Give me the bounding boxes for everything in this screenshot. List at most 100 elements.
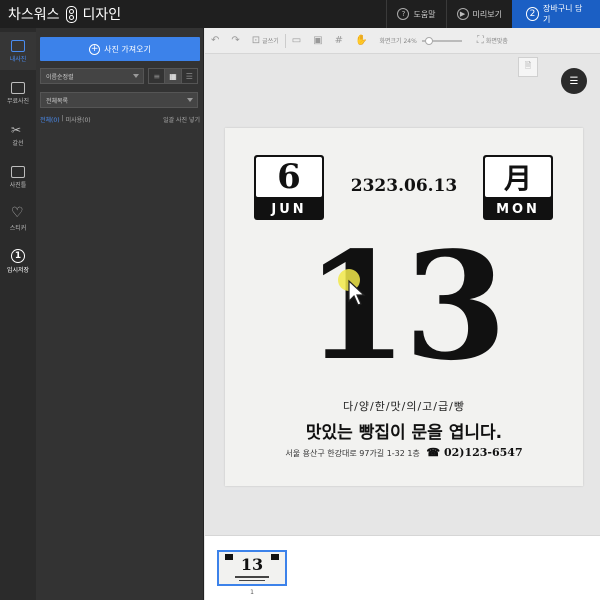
add-to-cart-button[interactable]: 2 장바구니 담기 [512, 0, 600, 28]
rail-label: 내사진 [9, 55, 27, 63]
page-number-label: 1 [250, 589, 254, 596]
help-button[interactable]: ? 도움말 [386, 0, 445, 28]
weekday-card[interactable]: 月 MON [483, 155, 553, 220]
address-line: 서울 용산구 한강대로 97가길 1-32 1층 [285, 449, 420, 458]
safe-area-button[interactable]: ▣ [307, 28, 328, 54]
page-thumbnail[interactable]: 13 [217, 550, 287, 586]
sort-select-value: 이름순정렬 [46, 73, 74, 81]
list-icon: ☰ [569, 75, 579, 87]
redo-icon: ↷ [231, 35, 240, 46]
text-tool-label: 글쓰기 [262, 38, 279, 45]
save-count-icon: 1 [11, 248, 25, 263]
import-photos-label: 사진 가져오기 [104, 44, 151, 54]
editor-toolbar: ↶ ↷ ⊡ 글쓰기 ▭ ▣ # ✋ 화면크기 24% ⛶ 화면맞춤 [205, 28, 600, 54]
frame-icon [11, 165, 25, 178]
print-area-button[interactable]: ▭ [286, 28, 307, 54]
grid-icon: # [334, 35, 344, 46]
filter-separator: | [61, 115, 64, 122]
address-text[interactable]: 서울 용산구 한강대로 97가길 1-32 1층 ☎ 02)123-6547 [225, 446, 583, 459]
rail-item-stickers[interactable]: ♡ 스티커 [0, 200, 36, 238]
app-root: 차스워스 디자인 ? 도움말 ▶ 미리보기 2 장바구니 담기 내사진 무료사진… [0, 0, 600, 600]
rail-item-frames[interactable]: 사진틀 [0, 158, 36, 196]
logo: 차스워스 디자인 [0, 0, 121, 28]
hand-tool-button[interactable]: ✋ [349, 28, 373, 54]
layer-menu-button[interactable]: ☰ [561, 68, 587, 94]
headline-text[interactable]: 맛있는 빵집이 문을 엽니다. [225, 418, 583, 443]
chevron-down-icon [187, 98, 193, 102]
list-view-icon[interactable]: ≡ [149, 69, 166, 83]
text-tool-button[interactable]: ⊡ 글쓰기 [246, 28, 285, 54]
mouse-cursor-icon [338, 269, 366, 306]
thumb-text-line [239, 580, 265, 581]
text-box-icon: ⊡ [251, 35, 261, 46]
weekday-hanja: 月 [485, 157, 551, 197]
rail-label: 스티커 [9, 224, 27, 232]
heart-icon: ♡ [11, 204, 24, 221]
scissors-icon: ✂ [11, 122, 22, 137]
rail-label: 갈선 [12, 139, 24, 147]
thumb-day-number: 13 [240, 555, 264, 574]
preview-button[interactable]: ▶ 미리보기 [445, 0, 512, 28]
zoom-label: 화면크기 24% [379, 38, 417, 45]
undo-button[interactable]: ↶ [205, 28, 225, 54]
photo-panel: + 사진 가져오기 이름순정렬 ≡ ▦ ☰ 전체목록 전체(0) | 미사용(0… [36, 28, 204, 600]
subline-text[interactable]: 다/양/한/맛/의/고/급/빵 [225, 398, 583, 414]
zoom-slider-knob[interactable] [424, 36, 433, 45]
zoom-control: 화면크기 24% [373, 28, 470, 54]
logo-text-left: 차스워스 [8, 7, 60, 23]
full-date-text[interactable]: 2323.06.13 [329, 176, 479, 196]
filter-unused-link[interactable]: 미사용(0) [66, 115, 91, 124]
help-label: 도움말 [413, 9, 436, 19]
filter-row: 전체(0) | 미사용(0) 일괄 사진 넣기 [40, 115, 200, 124]
rail-item-free-photos[interactable]: 무료사진 [0, 74, 36, 112]
view-toggle: ≡ ▦ ☰ [148, 68, 198, 84]
plus-icon: + [89, 43, 101, 55]
logo-icon [65, 5, 77, 23]
rail-item-my-photos[interactable]: 내사진 [0, 32, 36, 70]
page-thumbnail-strip: 13 1 [205, 535, 600, 600]
phone-number: ☎ 02)123-6547 [426, 446, 523, 459]
photo-icon [11, 39, 25, 52]
monitor-icon: ▭ [291, 35, 302, 46]
thumb-text-line [235, 576, 269, 578]
hand-icon: ✋ [355, 35, 368, 46]
preview-label: 미리보기 [472, 9, 502, 19]
month-number: 6 [256, 157, 322, 197]
import-photos-button[interactable]: + 사진 가져오기 [40, 37, 200, 61]
cart-label: 장바구니 담기 [543, 4, 583, 24]
logo-text-right: 디자인 [82, 7, 122, 23]
rail-label: 무료사진 [6, 97, 30, 105]
zoom-slider[interactable] [421, 36, 462, 45]
rail-label: 사진틀 [9, 181, 27, 189]
frame-guide-icon: ▣ [313, 35, 323, 46]
page-settings-icon[interactable]: 🗎 [518, 57, 538, 77]
day-number[interactable]: 13 [225, 216, 583, 396]
bulk-insert-link[interactable]: 일괄 사진 넣기 [163, 115, 200, 124]
rail-label: 임시저장 [6, 266, 30, 274]
filter-all-link[interactable]: 전체(0) [40, 115, 60, 124]
grid-button[interactable]: # [329, 28, 349, 54]
play-icon: ▶ [456, 8, 469, 20]
month-card[interactable]: 6 JUN [254, 155, 324, 220]
detail-view-icon[interactable]: ☰ [182, 69, 197, 83]
folder-select[interactable]: 전체목록 [40, 92, 198, 108]
grid-view-icon[interactable]: ▦ [165, 69, 182, 83]
icon-rail: 내사진 무료사진 ✂ 갈선 사진틀 ♡ 스티커 1 임시저장 [0, 28, 36, 600]
design-artboard[interactable]: 6 JUN 2323.06.13 月 MON 13 다/양/한/맛/의/고/급/… [225, 128, 583, 486]
rail-item-cutline[interactable]: ✂ 갈선 [0, 116, 36, 154]
top-actions: ? 도움말 ▶ 미리보기 2 장바구니 담기 [386, 0, 600, 28]
chevron-down-icon [133, 74, 139, 78]
top-bar: 차스워스 디자인 ? 도움말 ▶ 미리보기 2 장바구니 담기 [0, 0, 600, 28]
fit-screen-label: 화면맞춤 [485, 38, 508, 45]
question-icon: ? [397, 8, 410, 20]
image-icon [11, 81, 25, 94]
canvas-area: 🗎 ☰ 6 JUN 2323.06.13 月 MON 13 다/양/한/맛/의/… [205, 55, 600, 535]
fit-screen-button[interactable]: ⛶ 화면맞춤 [471, 28, 514, 54]
sort-select[interactable]: 이름순정렬 [40, 68, 144, 84]
fit-screen-icon: ⛶ [476, 35, 484, 46]
redo-button[interactable]: ↷ [225, 28, 245, 54]
cart-step-number: 2 [526, 7, 540, 21]
rail-item-temp-save[interactable]: 1 임시저장 [0, 242, 36, 280]
undo-icon: ↶ [211, 35, 220, 46]
folder-select-value: 전체목록 [46, 97, 69, 105]
